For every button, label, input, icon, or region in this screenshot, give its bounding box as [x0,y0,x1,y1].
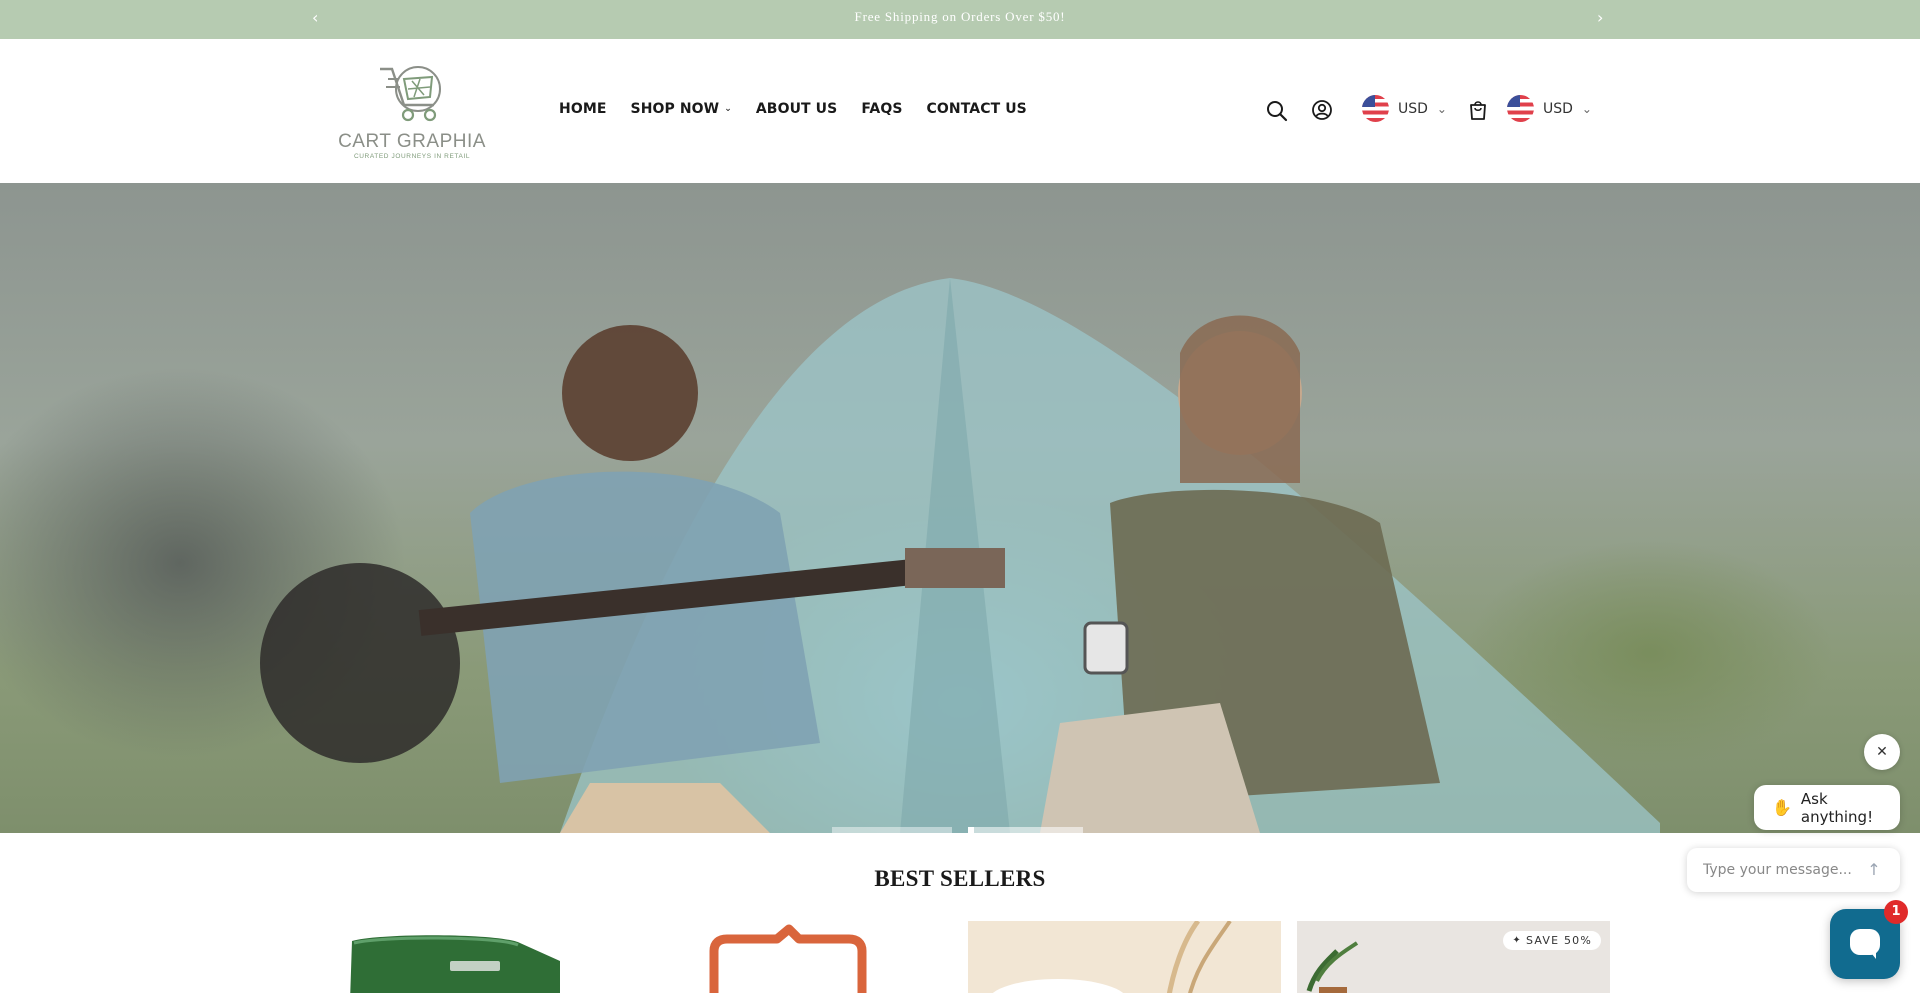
nav-item-label: SHOP NOW [630,101,720,117]
chevron-right-icon[interactable]: › [1597,8,1603,27]
chat-close-button[interactable]: ✕ [1864,734,1900,770]
currency-selector[interactable]: USD ⌄ [1507,95,1592,122]
product-card[interactable] [320,921,633,993]
currency-code: USD [1398,100,1428,117]
logo-brand-name: CART GRAPHIA [338,131,486,152]
nav-item-about-us[interactable]: ABOUT US [756,101,837,117]
search-icon[interactable] [1265,99,1289,128]
send-arrow-icon[interactable]: ↑ [1864,860,1884,880]
best-sellers-title: BEST SELLERS [874,866,1046,891]
close-icon: ✕ [1876,744,1888,760]
nav-item-faqs[interactable]: FAQS [861,101,902,117]
announcement-text: Free Shipping on Orders Over $50! [854,9,1066,24]
sale-badge-label: SAVE 50% [1525,934,1592,947]
hero-banner[interactable] [0,183,1920,833]
chevron-down-icon: ⌄ [1436,101,1447,116]
main-navigation: HOME SHOP NOW ⌄ ABOUT US FAQS CONTACT US [559,101,1051,117]
product-grid: ✦ SAVE 50% [320,921,1610,993]
currency-selector[interactable]: USD ⌄ [1362,95,1447,122]
account-icon[interactable] [1311,99,1333,126]
sale-badge: ✦ SAVE 50% [1503,931,1601,950]
product-card[interactable] [968,921,1281,993]
site-logo[interactable]: CART GRAPHIA CURATED JOURNEYS IN RETAIL [338,61,486,165]
slide-dot[interactable] [832,827,952,833]
nav-item-shop-now[interactable]: SHOP NOW ⌄ [631,101,732,117]
nav-item-label: FAQS [861,101,903,117]
gas-stove-product-image [350,935,560,993]
sparkle-icon: ✦ [1512,935,1522,946]
slideshow-pagination [832,827,1083,833]
chat-greeting-bubble[interactable]: ✋ Ask anything! [1754,785,1900,830]
chat-greeting-text: Ask anything! [1800,789,1874,826]
product-card[interactable]: ✦ SAVE 50% [1297,921,1610,993]
ceramic-product-image [992,921,1232,993]
nav-item-label: CONTACT US [926,101,1027,117]
hero-image [260,278,1660,833]
us-flag-icon [1362,95,1389,122]
waving-hand-icon: ✋ [1772,798,1792,817]
chevron-down-icon: ⌄ [1581,101,1592,116]
slide-dot-active[interactable] [968,827,1083,833]
nav-item-label: ABOUT US [755,101,838,117]
currency-code: USD [1543,100,1573,117]
product-card[interactable] [649,921,962,993]
chevron-down-icon: ⌄ [724,104,732,114]
us-flag-icon [1507,95,1534,122]
announcement-bar: ‹ Free Shipping on Orders Over $50! › [0,0,1920,39]
nav-item-home[interactable]: HOME [559,101,607,117]
site-header: CART GRAPHIA CURATED JOURNEYS IN RETAIL … [0,39,1920,183]
shopping-cart-logo-icon [380,66,441,122]
orange-rack-product-image [709,924,867,993]
logo-tagline: CURATED JOURNEYS IN RETAIL [353,153,471,160]
nav-item-contact-us[interactable]: CONTACT US [927,101,1027,117]
cart-icon[interactable] [1468,99,1488,126]
nav-item-label: HOME [559,101,607,117]
unread-count-badge: 1 [1884,900,1908,924]
